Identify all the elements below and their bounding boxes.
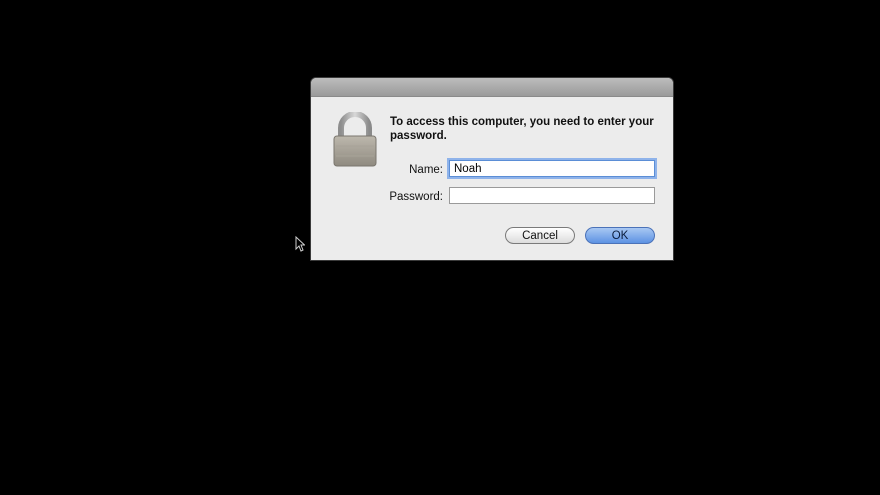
mouse-pointer-icon — [295, 235, 306, 252]
desktop-screen: To access this computer, you need to ent… — [0, 0, 880, 495]
name-label: Name: — [409, 164, 443, 176]
cancel-button[interactable]: Cancel — [505, 227, 575, 244]
name-field[interactable] — [449, 160, 655, 177]
ok-button[interactable]: OK — [585, 227, 655, 244]
dialog-titlebar[interactable] — [311, 78, 673, 97]
lock-icon — [332, 111, 378, 168]
login-dialog: To access this computer, you need to ent… — [311, 78, 673, 260]
password-field[interactable] — [449, 187, 655, 204]
dialog-message: To access this computer, you need to ent… — [390, 116, 654, 142]
password-label: Password: — [389, 191, 443, 203]
